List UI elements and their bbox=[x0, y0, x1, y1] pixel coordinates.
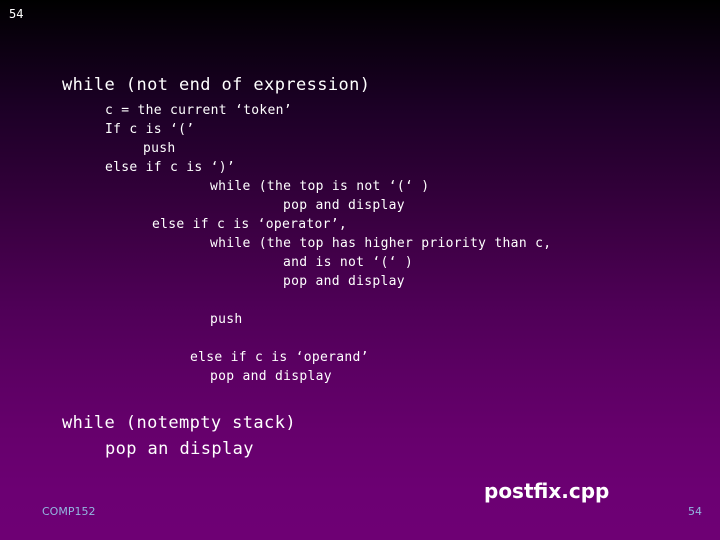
code-line: push bbox=[143, 141, 176, 156]
slide-number-top-left: 54 bbox=[9, 7, 24, 21]
code-line: pop and display bbox=[283, 274, 405, 289]
code-line: while (the top has higher priority than … bbox=[210, 236, 552, 251]
slide-canvas: 54 while (not end of expression) c = the … bbox=[0, 0, 720, 540]
code-line: else if c is ‘operand’ bbox=[190, 350, 369, 365]
code-line: If c is ‘(’ bbox=[105, 122, 195, 137]
footer-filename-label: postfix.cpp bbox=[484, 479, 610, 503]
code-line: and is not ‘(‘ ) bbox=[283, 255, 414, 270]
footer-page-number: 54 bbox=[688, 505, 702, 518]
code-line: push bbox=[210, 312, 243, 327]
code-line: else if c is ‘)’ bbox=[105, 160, 236, 175]
code-line: pop and display bbox=[210, 369, 332, 384]
code-line: while (not end of expression) bbox=[62, 75, 371, 95]
code-line: pop an display bbox=[105, 439, 254, 459]
code-line: while (notempty stack) bbox=[62, 413, 296, 433]
code-line: c = the current ‘token’ bbox=[105, 103, 292, 118]
footer-course-label: COMP152 bbox=[42, 505, 96, 518]
code-line: pop and display bbox=[283, 198, 405, 213]
code-line: else if c is ‘operator’, bbox=[152, 217, 348, 232]
code-line: while (the top is not ‘(‘ ) bbox=[210, 179, 430, 194]
